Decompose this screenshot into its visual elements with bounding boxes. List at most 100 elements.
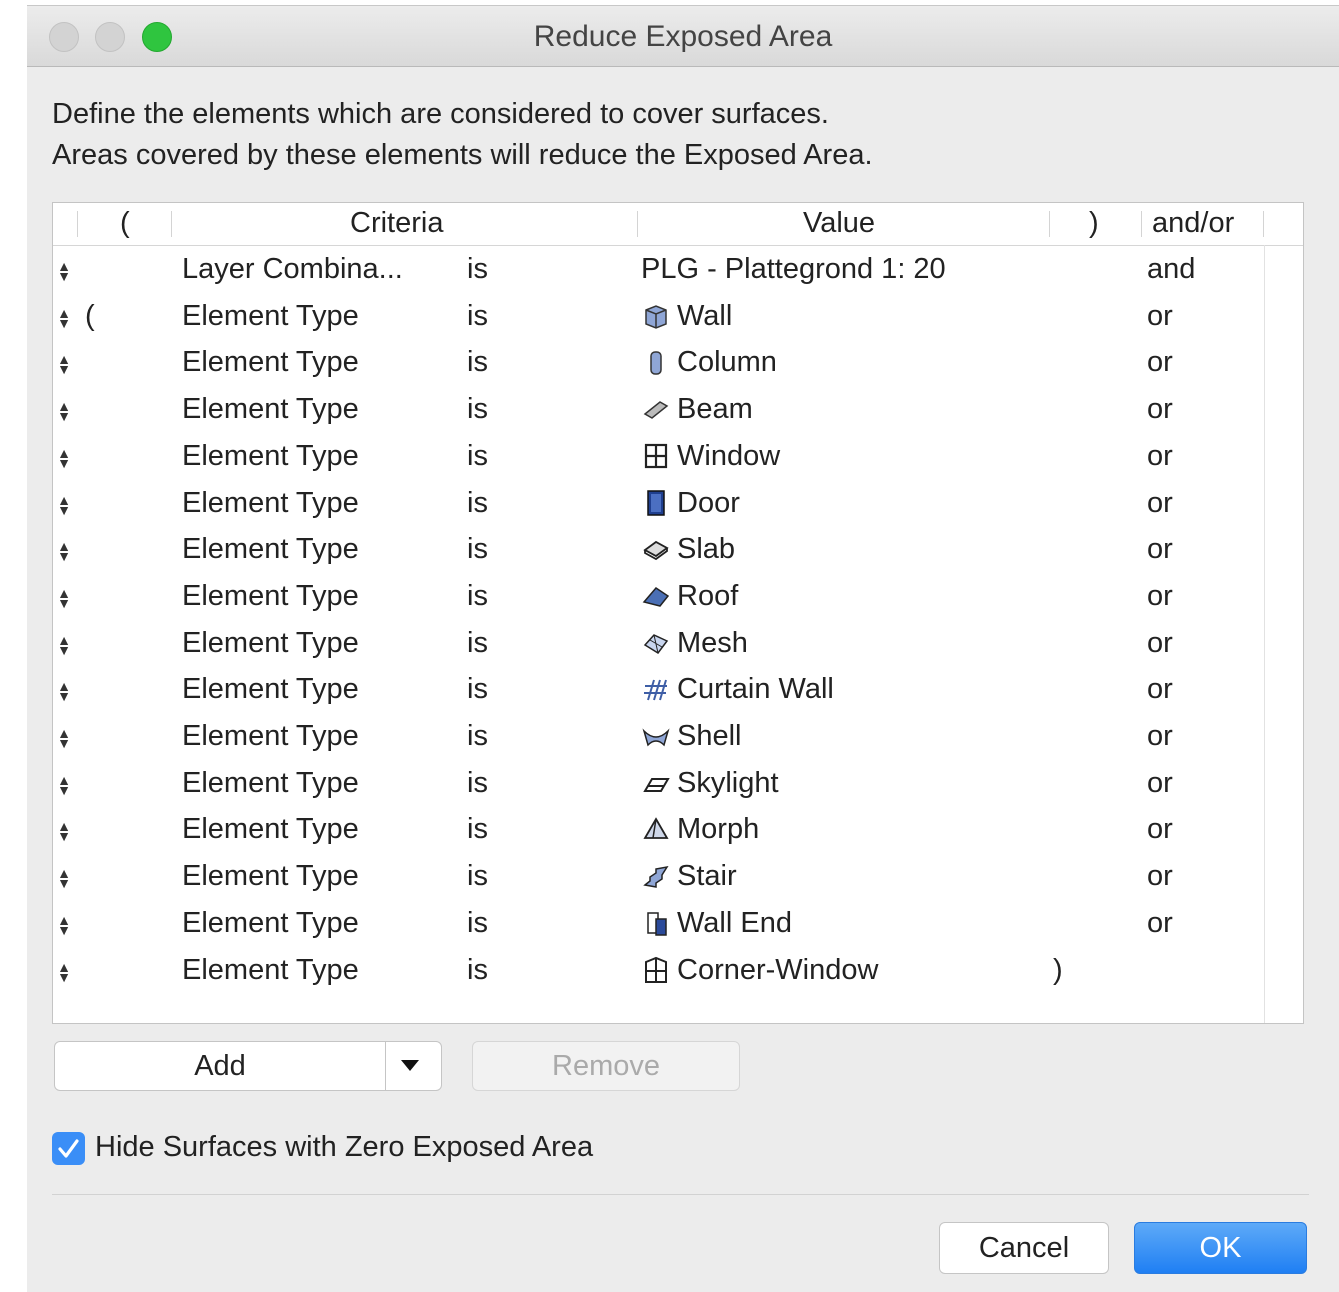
reorder-handle-icon[interactable]: ▲ ▼ <box>57 726 71 750</box>
table-row[interactable]: ▲ ▼ Element Type is Shell or <box>53 714 1265 760</box>
row-value[interactable]: Morph <box>641 813 759 846</box>
row-operator[interactable]: is <box>467 253 488 286</box>
reorder-handle-icon[interactable]: ▲ ▼ <box>57 306 71 330</box>
row-operator[interactable]: is <box>467 533 488 566</box>
row-andor[interactable]: or <box>1147 300 1173 333</box>
row-value[interactable]: Wall <box>641 300 732 333</box>
row-operator[interactable]: is <box>467 720 488 753</box>
row-criteria[interactable]: Element Type <box>182 813 359 846</box>
row-criteria[interactable]: Element Type <box>182 907 359 940</box>
row-criteria[interactable]: Element Type <box>182 300 359 333</box>
table-row[interactable]: ▲ ▼ Element Type is Column or <box>53 340 1265 386</box>
row-value[interactable]: Curtain Wall <box>641 673 834 706</box>
row-operator[interactable]: is <box>467 393 488 426</box>
row-criteria[interactable]: Element Type <box>182 860 359 893</box>
row-value[interactable]: Column <box>641 346 777 379</box>
row-andor[interactable]: or <box>1147 673 1173 706</box>
reorder-handle-icon[interactable]: ▲ ▼ <box>57 819 71 843</box>
row-operator[interactable]: is <box>467 440 488 473</box>
row-value[interactable]: Shell <box>641 720 742 753</box>
row-criteria[interactable]: Element Type <box>182 580 359 613</box>
reorder-handle-icon[interactable]: ▲ ▼ <box>57 399 71 423</box>
table-row[interactable]: ▲ ▼ Element Type is Skylight or <box>53 761 1265 807</box>
table-row[interactable]: ▲ ▼ Element Type is Window or <box>53 434 1265 480</box>
reorder-handle-icon[interactable]: ▲ ▼ <box>57 773 71 797</box>
reorder-handle-icon[interactable]: ▲ ▼ <box>57 586 71 610</box>
row-operator[interactable]: is <box>467 300 488 333</box>
table-row[interactable]: ▲ ▼ Element Type is Stair or <box>53 854 1265 900</box>
row-andor[interactable]: or <box>1147 346 1173 379</box>
table-row[interactable]: ▲ ▼ Element Type is Wall End or <box>53 901 1265 947</box>
row-andor[interactable]: or <box>1147 393 1173 426</box>
table-row[interactable]: ▲ ▼ Element Type is Mesh or <box>53 621 1265 667</box>
row-value[interactable]: Door <box>641 487 740 520</box>
add-button[interactable]: Add <box>54 1041 442 1091</box>
remove-button[interactable]: Remove <box>472 1041 740 1091</box>
row-andor[interactable]: or <box>1147 813 1173 846</box>
row-criteria[interactable]: Element Type <box>182 720 359 753</box>
table-row[interactable]: ▲ ▼ Layer Combina... is PLG - Plattegrond 1:… <box>53 247 1265 293</box>
row-andor[interactable]: and <box>1147 253 1195 286</box>
header-open-paren[interactable]: ( <box>120 207 130 240</box>
row-value[interactable]: Stair <box>641 860 737 893</box>
row-andor[interactable]: or <box>1147 720 1173 753</box>
row-operator[interactable]: is <box>467 860 488 893</box>
row-operator[interactable]: is <box>467 627 488 660</box>
row-value[interactable]: Corner-Window <box>641 954 878 987</box>
reorder-handle-icon[interactable]: ▲ ▼ <box>57 913 71 937</box>
row-criteria[interactable]: Element Type <box>182 767 359 800</box>
table-row[interactable]: ▲ ▼ (Element Type is Wall or <box>53 294 1265 340</box>
row-operator[interactable]: is <box>467 580 488 613</box>
hide-zero-checkbox[interactable] <box>52 1132 85 1165</box>
row-operator[interactable]: is <box>467 907 488 940</box>
row-criteria[interactable]: Element Type <box>182 954 359 987</box>
row-andor[interactable]: or <box>1147 580 1173 613</box>
table-row[interactable]: ▲ ▼ Element Type is Curtain Wall or <box>53 667 1265 713</box>
header-andor[interactable]: and/or <box>1152 207 1234 240</box>
row-value[interactable]: Wall End <box>641 907 792 940</box>
row-criteria[interactable]: Element Type <box>182 440 359 473</box>
header-value[interactable]: Value <box>803 207 875 240</box>
row-andor[interactable]: or <box>1147 627 1173 660</box>
row-criteria[interactable]: Layer Combina... <box>182 253 403 286</box>
header-criteria[interactable]: Criteria <box>350 207 443 240</box>
row-operator[interactable]: is <box>467 487 488 520</box>
row-value[interactable]: Roof <box>641 580 738 613</box>
table-row[interactable]: ▲ ▼ Element Type is Slab or <box>53 527 1265 573</box>
cancel-button[interactable]: Cancel <box>939 1222 1109 1274</box>
reorder-handle-icon[interactable]: ▲ ▼ <box>57 259 71 283</box>
row-criteria[interactable]: Element Type <box>182 533 359 566</box>
row-criteria[interactable]: Element Type <box>182 487 359 520</box>
table-row[interactable]: ▲ ▼ Element Type is Morph or <box>53 807 1265 853</box>
row-operator[interactable]: is <box>467 346 488 379</box>
row-andor[interactable]: or <box>1147 767 1173 800</box>
row-operator[interactable]: is <box>467 767 488 800</box>
row-operator[interactable]: is <box>467 954 488 987</box>
row-value[interactable]: Skylight <box>641 767 779 800</box>
row-value[interactable]: Mesh <box>641 627 748 660</box>
row-andor[interactable]: or <box>1147 860 1173 893</box>
reorder-handle-icon[interactable]: ▲ ▼ <box>57 960 71 984</box>
row-value[interactable]: Window <box>641 440 780 473</box>
ok-button[interactable]: OK <box>1134 1222 1307 1274</box>
reorder-handle-icon[interactable]: ▲ ▼ <box>57 493 71 517</box>
table-row[interactable]: ▲ ▼ Element Type is Door or <box>53 481 1265 527</box>
hide-zero-label[interactable]: Hide Surfaces with Zero Exposed Area <box>95 1131 593 1164</box>
row-criteria[interactable]: Element Type <box>182 346 359 379</box>
reorder-handle-icon[interactable]: ▲ ▼ <box>57 866 71 890</box>
row-andor[interactable]: or <box>1147 533 1173 566</box>
row-value[interactable]: Slab <box>641 533 735 566</box>
table-row[interactable]: ▲ ▼ Element Type is Roof or <box>53 574 1265 620</box>
reorder-handle-icon[interactable]: ▲ ▼ <box>57 633 71 657</box>
table-row[interactable]: ▲ ▼ Element Type is Beam or <box>53 387 1265 433</box>
row-andor[interactable]: or <box>1147 487 1173 520</box>
header-close-paren[interactable]: ) <box>1089 207 1099 240</box>
row-value[interactable]: PLG - Plattegrond 1: 20 <box>641 253 946 286</box>
row-operator[interactable]: is <box>467 813 488 846</box>
row-criteria[interactable]: Element Type <box>182 627 359 660</box>
reorder-handle-icon[interactable]: ▲ ▼ <box>57 352 71 376</box>
row-criteria[interactable]: Element Type <box>182 673 359 706</box>
reorder-handle-icon[interactable]: ▲ ▼ <box>57 679 71 703</box>
dropdown-arrow-icon[interactable] <box>401 1060 419 1071</box>
row-operator[interactable]: is <box>467 673 488 706</box>
